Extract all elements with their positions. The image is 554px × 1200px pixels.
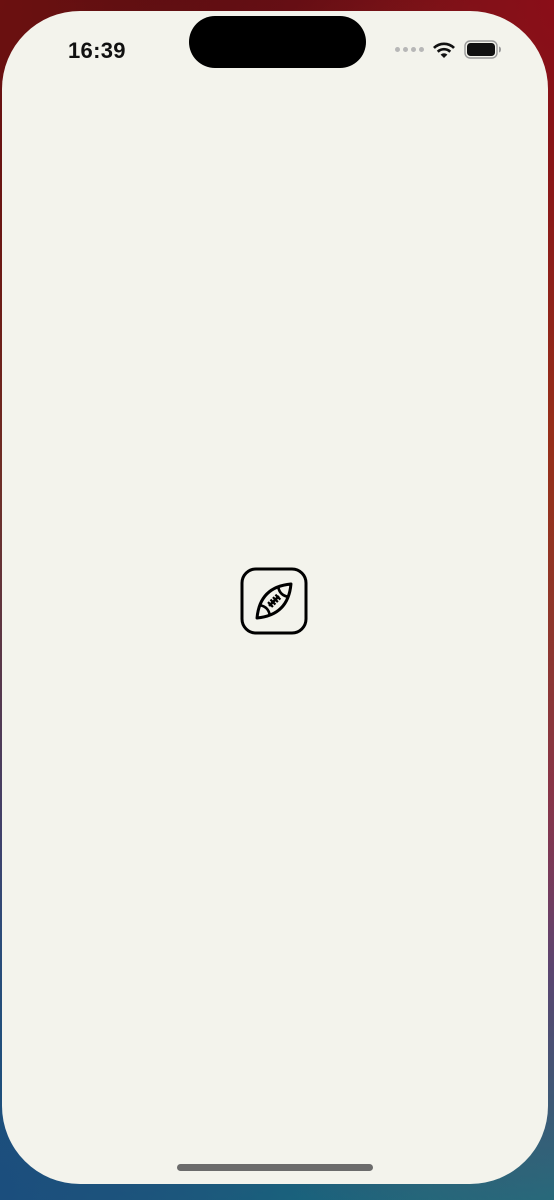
app-screen: 16:39 (2, 11, 548, 1184)
wifi-icon (433, 41, 455, 58)
phone-screenshot: { "status_bar": { "time": "16:39", "sign… (0, 0, 554, 1200)
status-icons (395, 40, 502, 59)
status-bar: 16:39 (2, 11, 548, 95)
signal-dots-icon (395, 47, 424, 52)
dynamic-island (189, 16, 366, 68)
status-time: 16:39 (68, 38, 126, 63)
american-football-icon (240, 567, 308, 635)
battery-icon (464, 40, 501, 59)
home-indicator[interactable] (177, 1164, 373, 1171)
